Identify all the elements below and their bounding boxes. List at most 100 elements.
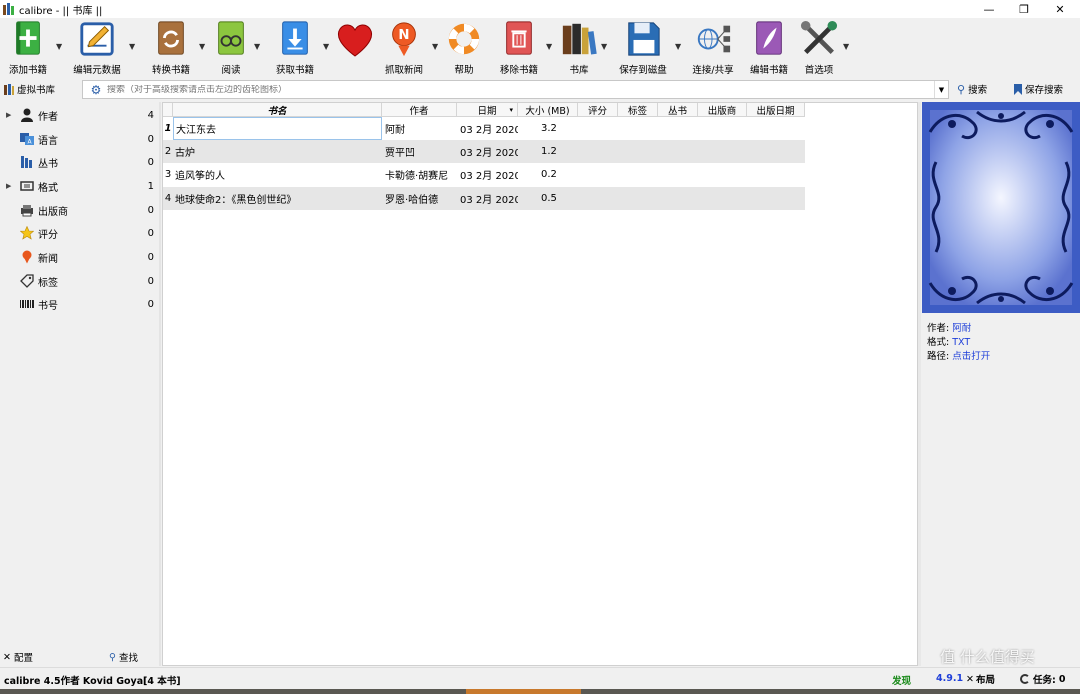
author-link[interactable]: 阿耐	[952, 323, 971, 334]
table-row[interactable]: 4 地球使命2：《黑色创世纪》 罗恩·哈伯德 03 2月 2020 0.5	[163, 187, 805, 210]
left-splitter[interactable]	[159, 102, 161, 666]
tag-category-tags[interactable]: 标签 0	[0, 271, 158, 291]
preferences-button[interactable]: 首选项	[798, 20, 840, 76]
expand-arrow-icon[interactable]: ▶	[6, 182, 11, 190]
save-menu-arrow[interactable]: ▼	[675, 42, 681, 51]
book-author-cell[interactable]: 罗恩·哈伯德	[385, 187, 457, 210]
column-header-size[interactable]: 大小 (MB)	[518, 103, 578, 117]
jobs-button[interactable]: 任务: 0	[1020, 672, 1065, 686]
toolbar-label: 抓取新闻	[384, 65, 423, 76]
book-author-cell[interactable]: 贾平凹	[385, 140, 457, 163]
remove-menu-arrow[interactable]: ▼	[546, 42, 552, 51]
add-book-menu-arrow[interactable]: ▼	[56, 42, 62, 51]
read-menu-arrow[interactable]: ▼	[254, 42, 260, 51]
book-cover-image[interactable]	[922, 102, 1080, 313]
book-size-cell[interactable]: 0.2	[541, 163, 578, 186]
tag-category-languages[interactable]: A 语言 0	[0, 129, 158, 149]
donate-button[interactable]	[334, 20, 376, 76]
table-row[interactable]: 2 古炉 贾平凹 03 2月 2020 1.2	[163, 140, 805, 163]
search-box[interactable]: ⚙ ▼	[82, 80, 949, 99]
book-size-cell[interactable]: 3.2	[541, 117, 578, 140]
book-size-cell[interactable]: 0.5	[541, 187, 578, 210]
save-search-label: 保存搜索	[1025, 85, 1064, 96]
book-list[interactable]: 书名 作者 日期 ▾ 大小 (MB) 评分 标签 丛书 出版商 出版日期 1 大…	[162, 102, 918, 666]
tag-category-formats[interactable]: ▶ 格式 1	[0, 176, 158, 196]
table-row[interactable]: 3 追风筝的人 卡勒德·胡赛尼 03 2月 2020 0.2	[163, 163, 805, 186]
close-button[interactable]: ✕	[1043, 0, 1077, 18]
book-date-cell[interactable]: 03 2月 2020	[460, 140, 518, 163]
tag-category-label: 作者	[38, 111, 58, 123]
read-book-button[interactable]: 阅读	[210, 20, 252, 76]
column-header-publisher[interactable]: 出版商	[698, 103, 747, 117]
book-title-cell[interactable]: 古炉	[175, 140, 382, 163]
help-button[interactable]: 帮助	[443, 20, 485, 76]
virtual-library-button[interactable]: 虚拟书库	[4, 82, 55, 96]
tag-icon	[20, 274, 34, 288]
publisher-icon	[21, 205, 33, 217]
connect-share-button[interactable]: 连接/共享	[690, 20, 736, 76]
column-header-tags[interactable]: 标签	[618, 103, 658, 117]
find-label: 查找	[118, 653, 138, 664]
book-author-cell[interactable]: 卡勒德·胡赛尼	[385, 163, 457, 186]
column-header-pubdate[interactable]: 出版日期	[747, 103, 805, 117]
column-header-title[interactable]: 书名	[173, 103, 382, 117]
edit-metadata-button[interactable]: 编辑元数据	[72, 20, 122, 76]
add-book-button[interactable]: 添加书籍	[7, 20, 49, 76]
advanced-search-gear-icon[interactable]: ⚙	[89, 83, 103, 97]
tag-category-news[interactable]: 新闻 0	[0, 247, 158, 267]
column-header-author[interactable]: 作者	[382, 103, 457, 117]
path-link[interactable]: 点击打开	[952, 351, 990, 362]
search-button[interactable]: ⚲ 搜索	[957, 82, 987, 97]
tag-category-identifiers[interactable]: 书号 0	[0, 294, 158, 314]
find-button[interactable]: ⚲ 查找	[109, 650, 138, 665]
save-search-button[interactable]: 保存搜索	[1014, 82, 1063, 96]
tag-category-authors[interactable]: ▶ 作者 4	[0, 105, 158, 125]
update-version-link[interactable]: 4.9.1	[936, 673, 963, 684]
book-date-cell[interactable]: 03 2月 2020	[460, 117, 518, 140]
tag-category-publishers[interactable]: 出版商 0	[0, 200, 158, 220]
save-to-disk-button[interactable]: 保存到磁盘	[616, 20, 670, 76]
fetch-news-menu-arrow[interactable]: ▼	[432, 42, 438, 51]
tag-category-series[interactable]: 丛书 0	[0, 152, 158, 172]
convert-menu-arrow[interactable]: ▼	[199, 42, 205, 51]
tag-category-count: 0	[147, 204, 154, 216]
library-button[interactable]: 书库	[558, 20, 600, 76]
tag-category-label: 语言	[38, 135, 58, 147]
column-header-date[interactable]: 日期 ▾	[457, 103, 518, 117]
toolbar-label: 转换书籍	[151, 65, 190, 76]
column-header-series[interactable]: 丛书	[658, 103, 698, 117]
column-header-rating[interactable]: 评分	[578, 103, 618, 117]
book-size-cell[interactable]: 1.2	[541, 140, 578, 163]
convert-book-button[interactable]: 转换书籍	[150, 20, 192, 76]
book-date-cell[interactable]: 03 2月 2020	[460, 163, 518, 186]
book-title-cell[interactable]: 地球使命2：《黑色创世纪》	[175, 187, 382, 210]
get-books-button[interactable]: 获取书籍	[274, 20, 316, 76]
status-app-info: calibre 4.5作者 Kovid Goyal	[4, 676, 147, 687]
tag-category-count: 0	[147, 133, 154, 145]
table-row[interactable]: 1 大江东去 阿耐 03 2月 2020 3.2	[163, 117, 805, 140]
convert-book-icon	[158, 21, 184, 55]
book-title-cell[interactable]: 追风筝的人	[175, 163, 382, 186]
minimize-button[interactable]: —	[972, 0, 1006, 18]
search-history-dropdown[interactable]: ▼	[934, 81, 948, 98]
format-link[interactable]: TXT	[952, 337, 970, 348]
book-date-cell[interactable]: 03 2月 2020	[460, 187, 518, 210]
tag-category-count: 0	[147, 227, 154, 239]
edit-book-button[interactable]: 编辑书籍	[748, 20, 790, 76]
library-menu-arrow[interactable]: ▼	[601, 42, 607, 51]
book-author-cell[interactable]: 阿耐	[385, 117, 457, 140]
get-books-menu-arrow[interactable]: ▼	[323, 42, 329, 51]
preferences-menu-arrow[interactable]: ▼	[843, 42, 849, 51]
author-icon	[21, 108, 33, 122]
book-title-cell[interactable]: 大江东去	[173, 117, 382, 140]
expand-arrow-icon[interactable]: ▶	[6, 111, 11, 119]
remove-book-button[interactable]: 移除书籍	[497, 20, 541, 76]
configure-label: 配置	[13, 653, 33, 664]
restore-button[interactable]: ❐	[1007, 0, 1041, 18]
layout-button[interactable]: ✕ 布局	[966, 672, 995, 687]
search-input[interactable]	[107, 84, 927, 95]
fetch-news-button[interactable]: N 抓取新闻	[383, 20, 425, 76]
edit-metadata-menu-arrow[interactable]: ▼	[129, 42, 135, 51]
configure-button[interactable]: ✕ 配置	[3, 650, 33, 665]
tag-category-rating[interactable]: 评分 0	[0, 223, 158, 243]
